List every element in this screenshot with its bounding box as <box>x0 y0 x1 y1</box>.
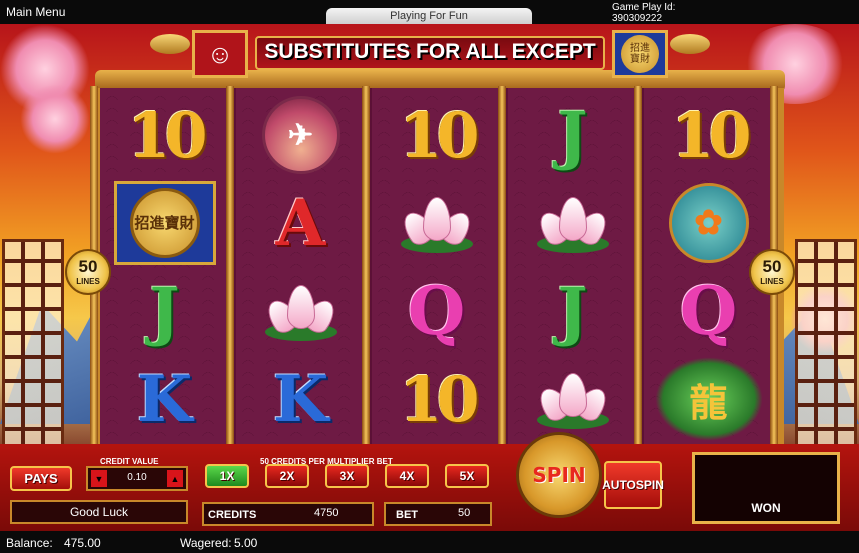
pays-button[interactable]: PAYS <box>10 466 72 491</box>
banner-wing-right <box>670 34 710 54</box>
lotus-icon <box>512 180 633 266</box>
lotus-icon <box>512 356 633 442</box>
game-play-id: Game Play Id: 390309222 <box>612 2 675 24</box>
lines-badge-left: 50 LINES <box>65 249 111 295</box>
koi-icon: ✿ <box>648 180 769 266</box>
credit-value: 0.10 <box>127 472 147 483</box>
credit-up-icon[interactable]: ▲ <box>167 470 183 487</box>
multiplier-1x-button[interactable]: 1X <box>205 464 249 488</box>
bet-label: BET <box>396 509 418 521</box>
symbol-jack: J <box>557 97 588 173</box>
reel-1: 10 招進寶財 J K <box>100 88 229 444</box>
lines-count: 50 <box>762 257 782 276</box>
multiplier-5x-button[interactable]: 5X <box>445 464 489 488</box>
reel-3: 10 Q 10 <box>372 88 501 444</box>
playing-for-fun-tab: Playing For Fun <box>326 8 532 24</box>
multiplier-2x-button[interactable]: 2X <box>265 464 309 488</box>
message-box: Good Luck <box>10 500 188 524</box>
crane-icon: ✈ <box>240 92 361 178</box>
symbol-queen: Q <box>407 272 466 350</box>
lines-label: LINES <box>76 277 100 286</box>
bonus-coin-icon: 招進寶財 <box>104 180 225 266</box>
credit-value-label: CREDIT VALUE <box>100 457 159 466</box>
lattice-window-left <box>2 239 64 454</box>
reel-pillar <box>498 86 506 444</box>
blossom-decoration <box>20 84 90 154</box>
symbol-jack: J <box>149 273 180 349</box>
multiplier-3x-button[interactable]: 3X <box>325 464 369 488</box>
dragon-icon: 龍 <box>648 356 769 442</box>
auto-spin-label-2: SPIN <box>635 478 664 492</box>
reel-2: ✈ A K <box>236 88 365 444</box>
bet-value: 50 <box>458 507 471 519</box>
symbol-king: K <box>136 361 193 437</box>
balance-value: 475.00 <box>64 536 101 550</box>
wagered-label: Wagered: <box>180 536 232 550</box>
symbol-ten: 10 <box>127 98 207 172</box>
credits-label: CREDITS <box>208 509 257 521</box>
lines-count: 50 <box>78 257 98 276</box>
symbol-ten: 10 <box>671 98 751 172</box>
lotus-icon <box>376 180 497 266</box>
top-bar: Main Menu Playing For Fun Game Play Id: … <box>0 0 859 24</box>
game-play-id-value: 390309222 <box>612 13 663 24</box>
symbol-ten: 10 <box>399 98 479 172</box>
lucky-cat-icon: ☺ <box>192 30 248 78</box>
balance-label: Balance: <box>6 536 53 550</box>
symbol-jack: J <box>557 273 588 349</box>
status-bar: Balance: 475.00 Wagered: 5.00 <box>0 531 859 553</box>
reel-4: JJ <box>508 88 637 444</box>
multiplier-4x-button[interactable]: 4X <box>385 464 429 488</box>
credits-value: 4750 <box>314 507 339 519</box>
symbol-king: K <box>272 361 329 437</box>
reel-area: 10 招進寶財 J K ✈ A K 10 Q 10 J J 10 ✿ Q 龍 <box>94 88 784 444</box>
banner-text: SUBSTITUTES FOR ALL EXCEPT <box>264 40 596 63</box>
banner-wing-left <box>150 34 190 54</box>
credit-down-icon[interactable]: ▼ <box>91 470 107 487</box>
lines-badge-right: 50 LINES <box>749 249 795 295</box>
lattice-window-right <box>795 239 857 454</box>
credit-value-selector: ▼ 0.10 ▲ <box>86 466 188 491</box>
game-play-id-label: Game Play Id: <box>612 2 676 13</box>
bonus-coin-icon: 招進寶財 <box>612 30 668 78</box>
spin-button[interactable]: SPIN <box>516 432 602 518</box>
credits-field: CREDITS 4750 <box>202 502 374 526</box>
lines-label: LINES <box>760 277 784 286</box>
bet-field: BET 50 <box>384 502 492 526</box>
symbol-ace: A <box>275 185 326 261</box>
reel-pillar <box>362 86 370 444</box>
main-menu-link[interactable]: Main Menu <box>6 5 65 19</box>
symbol-ten: 10 <box>399 362 479 436</box>
won-label: WON <box>751 501 781 515</box>
info-banner: ☺ SUBSTITUTES FOR ALL EXCEPT 招進 寶財 <box>150 30 710 78</box>
auto-spin-button[interactable]: AUTO SPIN <box>602 461 664 509</box>
reel-pillar <box>634 86 642 444</box>
won-display: WON <box>692 452 840 524</box>
reel-pillar <box>226 86 234 444</box>
wagered-value: 5.00 <box>234 536 258 550</box>
lotus-icon <box>240 268 361 354</box>
auto-spin-label-1: AUTO <box>602 478 636 492</box>
